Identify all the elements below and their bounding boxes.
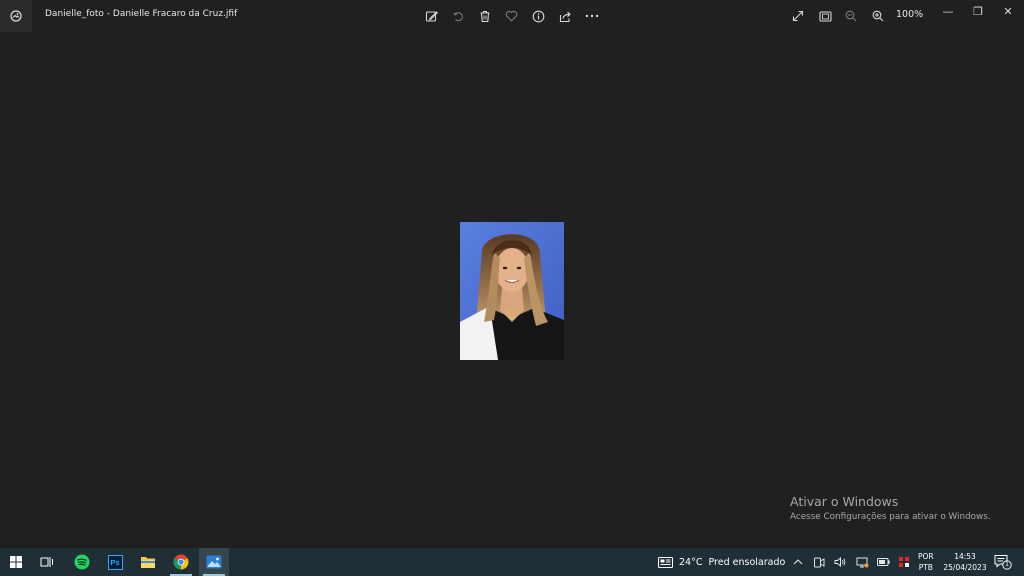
displayed-photo xyxy=(460,222,564,360)
notification-count: 1 xyxy=(1005,560,1009,568)
close-button[interactable]: ✕ xyxy=(993,0,1023,22)
chrome-app[interactable] xyxy=(166,548,196,576)
meet-now-icon[interactable] xyxy=(812,555,826,569)
news-weather-icon xyxy=(658,556,673,568)
task-view-icon xyxy=(40,557,53,567)
chrome-icon xyxy=(173,554,189,570)
photos-app[interactable] xyxy=(199,548,229,576)
fit-to-window-icon[interactable] xyxy=(817,8,833,24)
volume-icon[interactable] xyxy=(833,555,847,569)
zoom-out-icon[interactable] xyxy=(843,8,859,24)
spotify-app[interactable] xyxy=(67,548,97,576)
zoom-in-icon[interactable] xyxy=(870,8,886,24)
network-icon[interactable] xyxy=(855,555,869,569)
notification-center-button[interactable]: 1 xyxy=(994,554,1012,570)
delete-icon[interactable] xyxy=(477,8,493,24)
antivirus-icon[interactable] xyxy=(897,555,911,569)
more-options-icon[interactable] xyxy=(584,8,600,24)
taskbar: Ps 24°C Pred ensolarado POR PTB 14:53 25… xyxy=(0,548,1024,576)
photoshop-label: Ps xyxy=(110,557,120,567)
start-button[interactable] xyxy=(1,548,31,576)
system-clock[interactable]: 14:53 25/04/2023 xyxy=(942,551,988,573)
favorite-heart-icon[interactable] xyxy=(503,8,519,24)
weather-temperature: 24°C xyxy=(679,556,703,568)
weather-condition: Pred ensolarado xyxy=(708,556,786,568)
rotate-icon[interactable] xyxy=(450,8,466,24)
file-explorer-app[interactable] xyxy=(133,548,163,576)
activation-watermark-title: Ativar o Windows xyxy=(790,494,899,509)
battery-icon[interactable] xyxy=(876,555,890,569)
info-icon[interactable] xyxy=(530,8,546,24)
task-view-button[interactable] xyxy=(32,548,62,576)
title-bar: Danielle_foto - Danielle Fracaro da Cruz… xyxy=(0,0,1024,32)
weather-widget[interactable]: 24°C Pred ensolarado xyxy=(658,548,785,576)
photos-icon xyxy=(206,555,222,569)
restore-button[interactable]: ❐ xyxy=(963,0,993,22)
photoshop-icon: Ps xyxy=(107,554,123,570)
spotify-icon xyxy=(74,554,90,570)
language-code: POR xyxy=(918,552,934,561)
minimize-button[interactable]: — xyxy=(933,0,963,22)
zoom-level[interactable]: 100% xyxy=(896,9,923,20)
activation-watermark-subtitle: Acesse Configurações para ativar o Windo… xyxy=(790,512,991,522)
fullscreen-icon[interactable] xyxy=(790,8,806,24)
chevron-up-icon[interactable] xyxy=(791,555,805,569)
keyboard-layout: PTB xyxy=(918,563,933,572)
clock-time: 14:53 xyxy=(954,552,976,561)
photos-app-icon[interactable] xyxy=(0,0,32,32)
clock-date: 25/04/2023 xyxy=(943,563,987,572)
edit-image-icon[interactable] xyxy=(423,8,439,24)
folder-icon xyxy=(141,557,155,568)
input-language[interactable]: POR PTB xyxy=(918,551,934,573)
share-icon[interactable] xyxy=(557,8,573,24)
photoshop-app[interactable]: Ps xyxy=(100,548,130,576)
windows-logo-icon xyxy=(10,556,22,568)
window-title: Danielle_foto - Danielle Fracaro da Cruz… xyxy=(45,9,238,19)
